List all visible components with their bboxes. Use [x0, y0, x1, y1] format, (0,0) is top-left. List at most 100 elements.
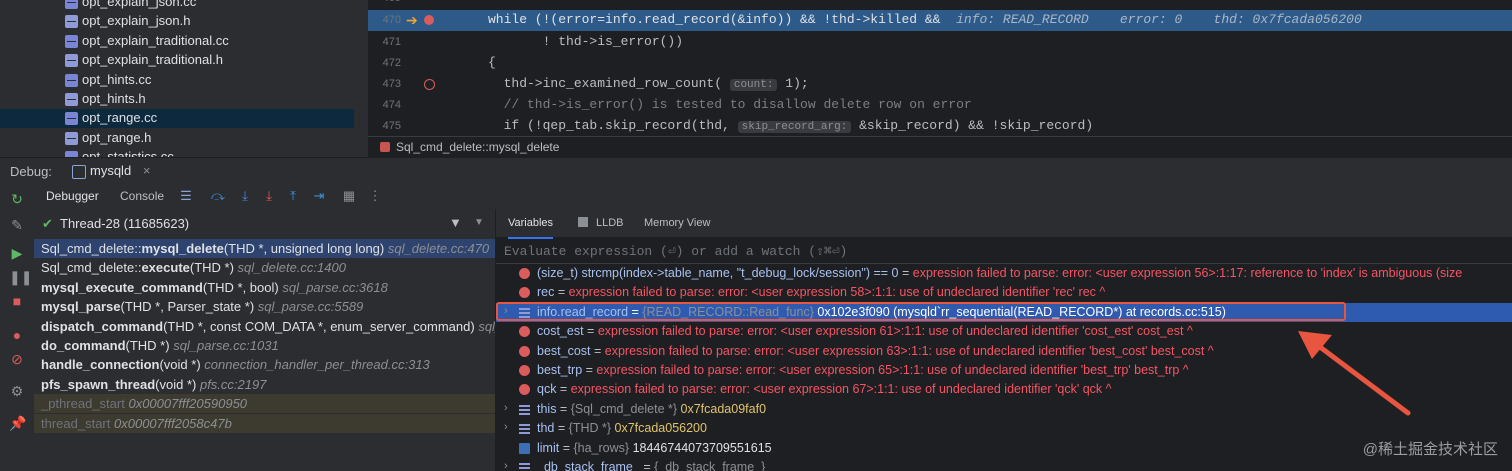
code-line[interactable]: 472 {	[368, 53, 1512, 74]
frame-func: mysql_delete	[141, 241, 224, 256]
breadcrumb[interactable]: Sql_cmd_delete::mysql_delete	[368, 136, 1512, 158]
line-number[interactable]: 473	[368, 78, 401, 90]
variable-row[interactable]: › _db_stack_frame_ = {_db_stack_frame_}	[496, 458, 1512, 471]
tree-file-item[interactable]: opt_hints.h	[0, 90, 354, 109]
pause-icon[interactable]: ❚❚	[9, 269, 32, 285]
filter-icon[interactable]: ▼	[449, 215, 462, 230]
cpp-file-icon	[65, 34, 78, 48]
stack-frame[interactable]: Sql_cmd_delete::execute(THD *) sql_delet…	[34, 258, 495, 277]
resume-icon[interactable]: ▶	[9, 245, 25, 261]
code-content: {	[488, 55, 496, 70]
frame-args: (THD *, unsigned long long)	[223, 241, 385, 256]
chevron-down-icon[interactable]: ▼	[474, 217, 484, 228]
mute-breakpoints-icon[interactable]: ⊘	[9, 351, 25, 367]
stop-icon[interactable]: ■	[9, 293, 25, 309]
stack-frame[interactable]: do_command(THD *) sql_parse.cc:1031	[34, 336, 495, 355]
variable-text: (size_t) strcmp(index->table_name, "t_de…	[537, 266, 1463, 280]
stack-frame[interactable]: handle_connection(void *) connection_han…	[34, 355, 495, 374]
step-into-icon[interactable]: ⤓	[237, 188, 253, 204]
variable-row[interactable]: (size_t) strcmp(index->table_name, "t_de…	[496, 264, 1512, 283]
stack-frame[interactable]: dispatch_command(THD *, const COM_DATA *…	[34, 317, 495, 336]
run-to-cursor-icon[interactable]: ⇥	[311, 188, 327, 204]
step-out-icon[interactable]: ⤒	[285, 188, 301, 204]
stack-frame-text: thread_start 0x00007fff2058c47b	[41, 416, 232, 431]
line-number[interactable]: 471	[368, 36, 401, 48]
code-text: // thd->is_error() is tested to disallow…	[488, 97, 972, 112]
tree-file-item[interactable]: opt_explain_traditional.cc	[0, 32, 354, 51]
breakpoint-icon[interactable]	[424, 15, 434, 25]
settings-icon[interactable]: ⚙	[9, 383, 25, 399]
stack-frame[interactable]: thread_start 0x00007fff2058c47b	[34, 413, 495, 433]
debug-session-tab[interactable]: mysqld ×	[64, 158, 161, 186]
stack-frame-text: mysql_execute_command(THD *, bool) sql_p…	[41, 280, 388, 295]
lldb-icon	[578, 217, 588, 227]
chevron-right-icon[interactable]: ›	[504, 421, 508, 433]
tree-file-item[interactable]: opt_range.cc	[0, 109, 354, 129]
evaluate-expression-bar[interactable]	[496, 238, 1512, 264]
force-step-into-icon[interactable]: ⤓	[261, 188, 277, 204]
stack-frame-text: dispatch_command(THD *, const COM_DATA *…	[41, 319, 495, 334]
tree-file-item[interactable]: opt_statistics.cc	[0, 148, 354, 157]
variable-type: {Sql_cmd_delete *}	[570, 401, 678, 416]
chevron-right-icon[interactable]: ›	[504, 460, 508, 471]
pin-icon[interactable]: 📌	[9, 415, 26, 431]
tree-file-item[interactable]: opt_range.h	[0, 129, 354, 148]
close-icon[interactable]: ×	[143, 163, 151, 178]
code-line[interactable]: 469	[368, 0, 1512, 9]
wrench-icon[interactable]: ✎	[9, 217, 25, 233]
tab-lldb[interactable]: LLDB	[596, 209, 624, 237]
stack-frame[interactable]: _pthread_start 0x00007fff20590950	[34, 394, 495, 414]
tree-file-item[interactable]: opt_explain_traditional.h	[0, 51, 354, 70]
line-number[interactable]: 469	[368, 0, 401, 4]
tab-variables[interactable]: Variables	[508, 209, 554, 239]
layout-icon[interactable]: ☰	[178, 188, 194, 204]
frame-loc: pfs.cc:2197	[199, 376, 267, 392]
breadcrumb-method[interactable]: Sql_cmd_delete::mysql_delete	[396, 140, 559, 154]
file-name: opt_hints.cc	[82, 71, 152, 87]
rerun-icon[interactable]: ↻	[9, 191, 25, 207]
stack-frame[interactable]: pfs_spawn_thread(void *) pfs.cc:2197	[34, 375, 495, 394]
variable-row[interactable]: rec = expression failed to parse: error:…	[496, 283, 1512, 302]
line-number[interactable]: 474	[368, 99, 401, 111]
cpp-file-icon	[65, 0, 78, 9]
session-icon	[72, 165, 86, 179]
frame-func: mysql_execute_command	[41, 279, 203, 295]
project-tree: opt_explain_json.cc opt_explain_json.h opt…	[0, 0, 354, 157]
tab-debugger[interactable]: Debugger	[46, 183, 99, 211]
thread-label[interactable]: Thread-28 (11685623)	[60, 216, 189, 231]
code-line[interactable]: 473 thd->inc_examined_row_count( count: …	[368, 74, 1512, 95]
stack-frame[interactable]: Sql_cmd_delete::mysql_delete(THD *, unsi…	[34, 239, 495, 258]
code-line[interactable]: 471 ! thd->is_error())	[368, 32, 1512, 53]
view-breakpoints-icon[interactable]: ●	[9, 327, 25, 343]
annotation-arrow	[1298, 331, 1411, 416]
current-execution-line[interactable]: 470 ➔ while (!(error=info.read_record(&inf…	[368, 10, 1512, 31]
more-icon[interactable]: ⋮	[367, 188, 383, 204]
code-line[interactable]: 474 // thd->is_error() is tested to disa…	[368, 95, 1512, 116]
tab-memory-view[interactable]: Memory View	[644, 209, 710, 237]
line-number[interactable]: 470	[368, 14, 401, 26]
code-editor[interactable]: 469 470 ➔ while (!(error=info.read_record(&…	[368, 0, 1512, 157]
thread-selector[interactable]: ✔ Thread-28 (11685623) ▼ ▼	[34, 209, 495, 238]
stack-frame[interactable]: mysql_execute_command(THD *, bool) sql_p…	[34, 278, 495, 297]
evaluate-table-icon[interactable]: ▦	[341, 188, 357, 204]
variable-row[interactable]: limit = {ha_rows} 18446744073709551615	[496, 439, 1512, 458]
variable-value: expression failed to parse: error: <user…	[596, 363, 1189, 377]
tree-file-item[interactable]: opt_hints.cc	[0, 71, 354, 90]
code-line[interactable]: 475 if (!qep_tab.skip_record(thd, skip_r…	[368, 116, 1512, 137]
variable-name: best_trp	[537, 363, 583, 377]
tree-file-item[interactable]: opt_explain_json.cc	[0, 0, 354, 12]
frame-args: (THD *)	[189, 260, 234, 276]
line-number[interactable]: 472	[368, 57, 401, 69]
tree-file-item[interactable]: opt_explain_json.h	[0, 12, 354, 31]
stack-frame-text: pfs_spawn_thread(void *) pfs.cc:2197	[41, 377, 266, 392]
step-over-icon[interactable]: ⤼	[210, 188, 226, 204]
variable-value: 0x7fcada056200	[614, 421, 707, 436]
stack-frame[interactable]: mysql_parse(THD *, Parser_state *) sql_p…	[34, 297, 495, 316]
evaluate-expression-input[interactable]	[502, 241, 1406, 261]
file-name: opt_explain_traditional.cc	[82, 32, 229, 48]
disabled-breakpoint-icon[interactable]	[424, 79, 435, 90]
object-field-icon	[519, 462, 530, 471]
chevron-right-icon[interactable]: ›	[504, 402, 508, 414]
tab-console[interactable]: Console	[120, 183, 164, 209]
line-number[interactable]: 475	[368, 120, 401, 132]
